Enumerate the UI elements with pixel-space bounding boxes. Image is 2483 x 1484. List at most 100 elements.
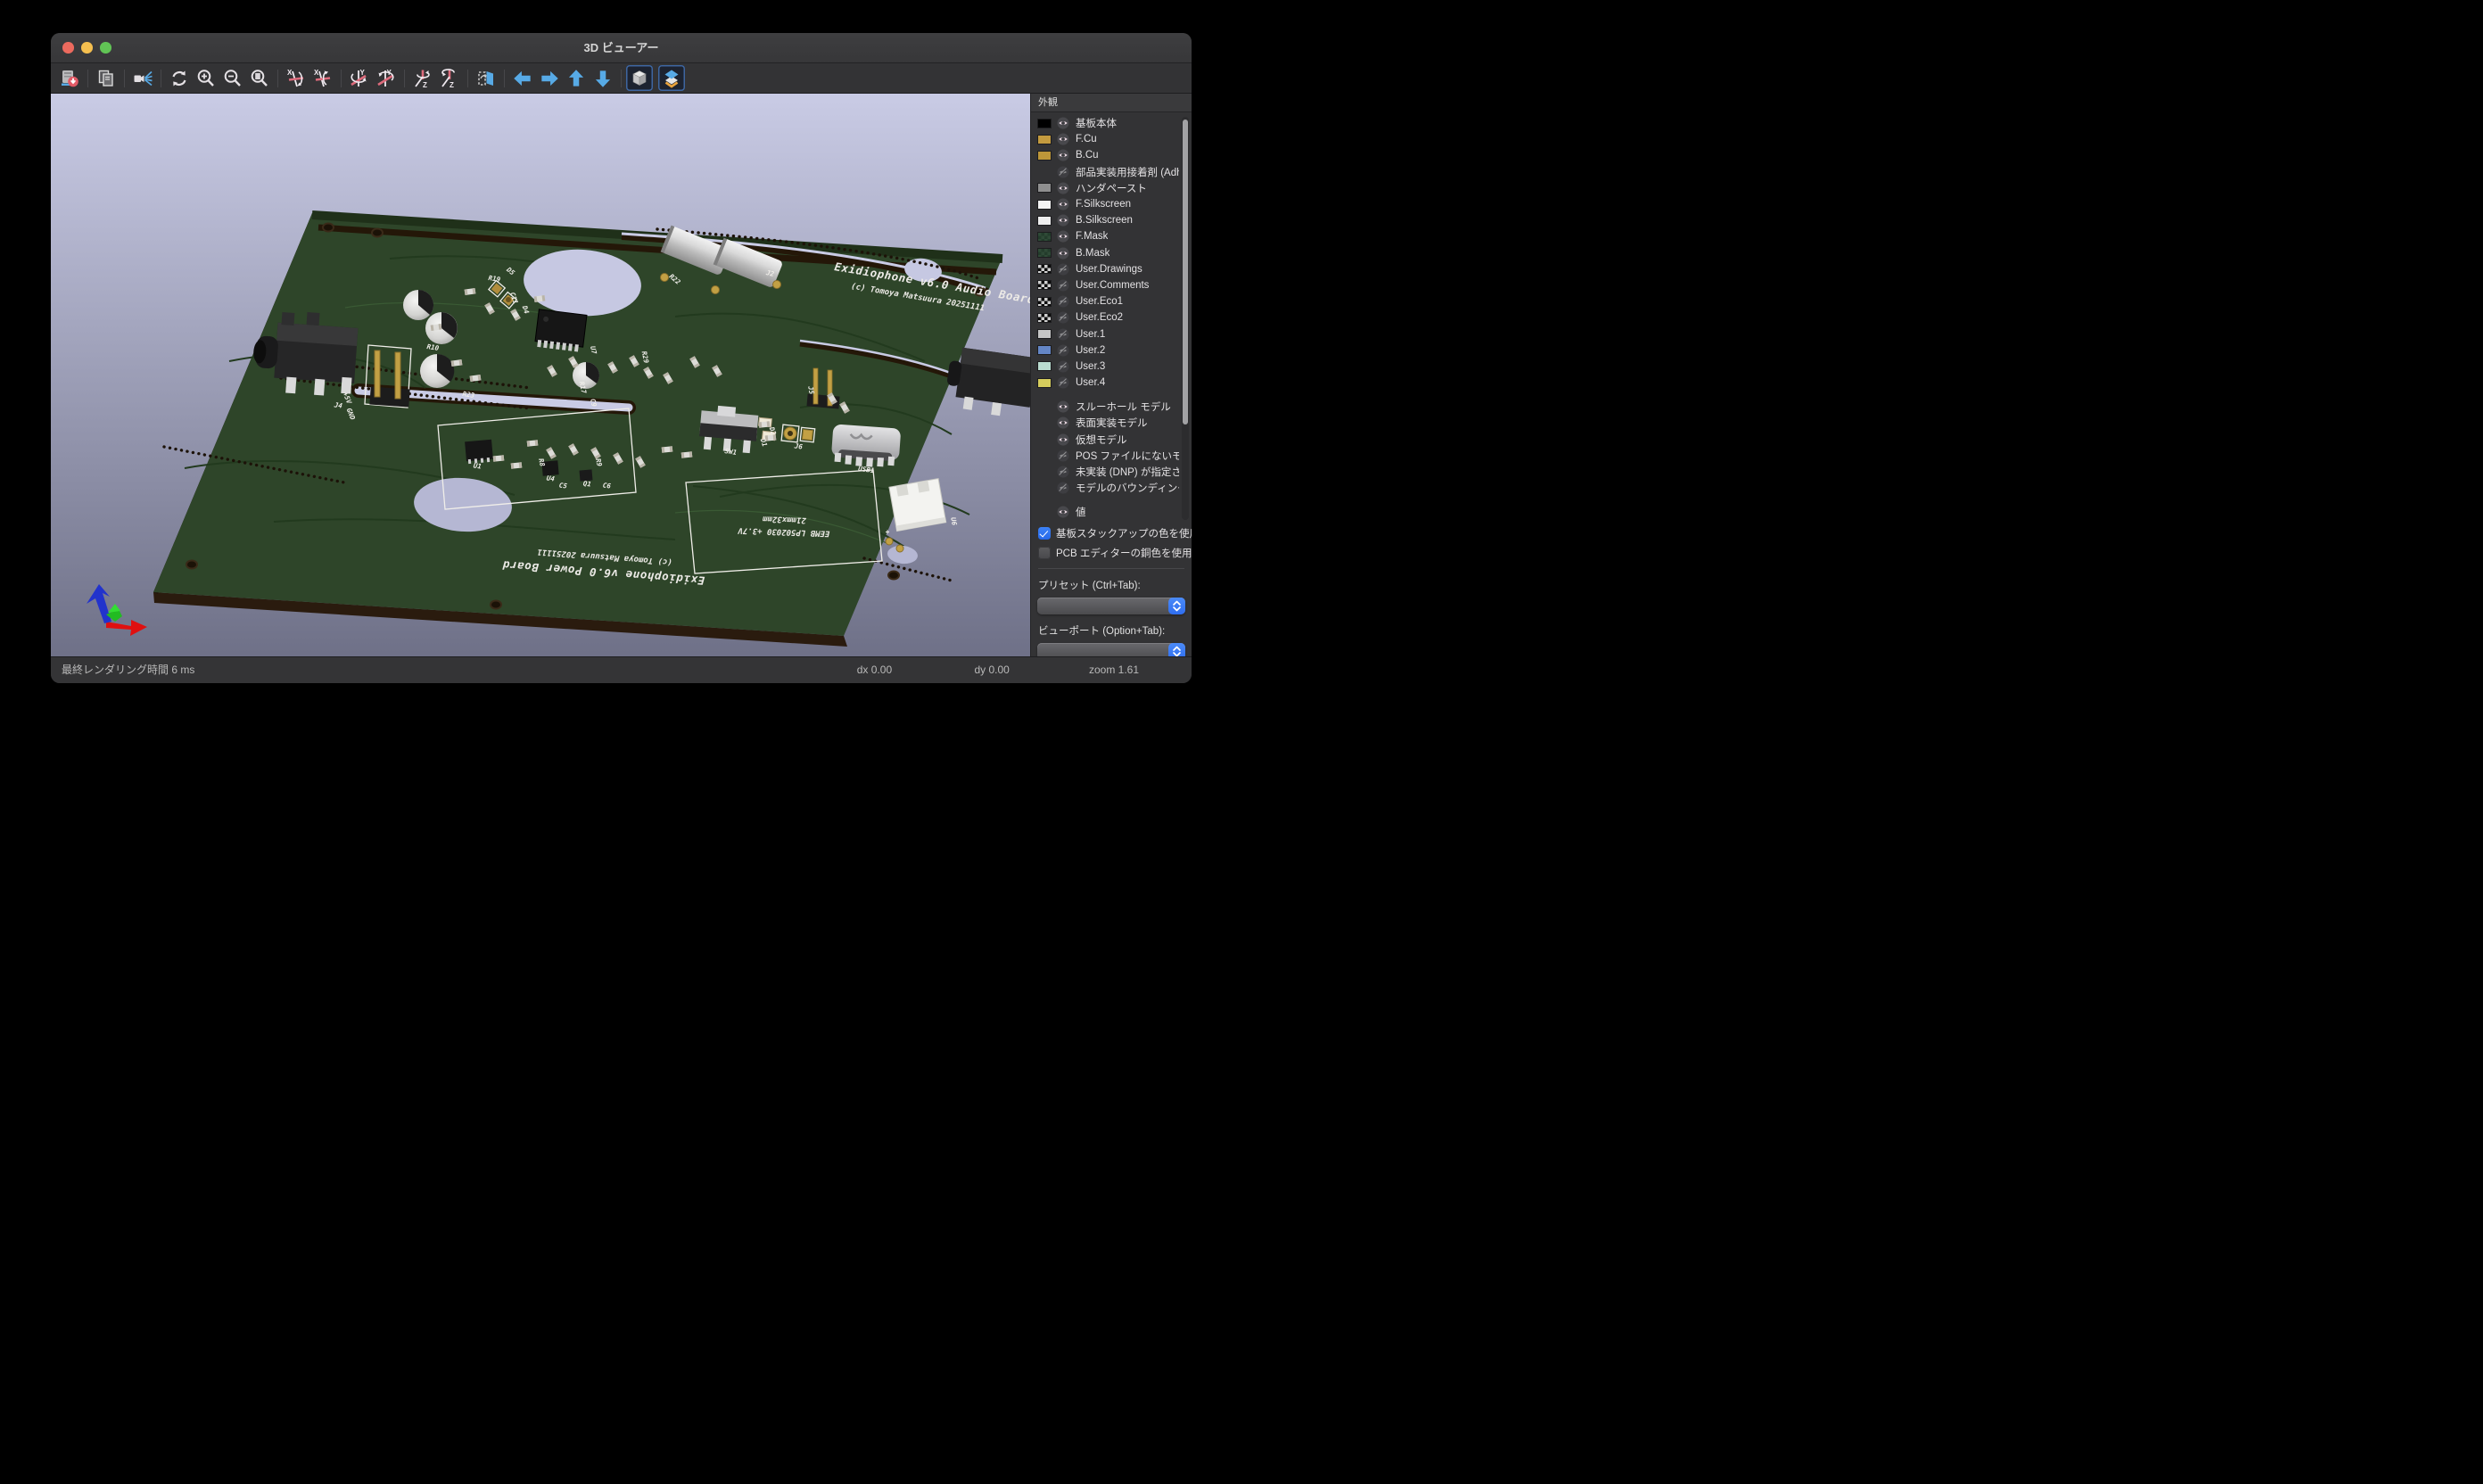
rotate-z-cw-button[interactable]: Z — [409, 65, 436, 91]
layer-color-swatch[interactable] — [1037, 248, 1052, 258]
layer-color-swatch[interactable] — [1037, 200, 1052, 210]
layer-color-swatch[interactable] — [1037, 151, 1052, 161]
layer-color-swatch[interactable] — [1037, 434, 1052, 444]
preset-dropdown-stepper[interactable] — [1168, 598, 1185, 614]
layer-color-swatch[interactable] — [1037, 507, 1052, 517]
layer-color-swatch[interactable] — [1037, 264, 1052, 274]
eye-hidden-icon[interactable] — [1057, 166, 1069, 178]
layer-color-swatch[interactable] — [1037, 216, 1052, 226]
layer-row[interactable]: B.Mask — [1031, 245, 1179, 261]
reload-board-button[interactable] — [56, 65, 83, 91]
layer-color-swatch[interactable] — [1037, 183, 1052, 193]
layer-row[interactable]: スルーホール モデル — [1031, 399, 1179, 415]
layer-color-swatch[interactable] — [1037, 450, 1052, 460]
eye-visible-icon[interactable] — [1057, 416, 1069, 429]
layer-row[interactable]: B.Cu — [1031, 147, 1179, 163]
refresh-view-button[interactable] — [166, 65, 193, 91]
use-pcb-copper-color-checkbox[interactable] — [1038, 547, 1051, 559]
pan-right-button[interactable] — [536, 65, 563, 91]
layer-row[interactable]: F.Cu — [1031, 131, 1179, 147]
layer-row[interactable]: モデルのバウンディング — [1031, 480, 1179, 496]
eye-visible-icon[interactable] — [1057, 214, 1069, 227]
layer-row[interactable]: B.Silkscreen — [1031, 212, 1179, 228]
eye-hidden-icon[interactable] — [1057, 360, 1069, 373]
layer-row[interactable]: POS ファイルにないモデ — [1031, 448, 1179, 464]
copy-image-button[interactable] — [93, 65, 120, 91]
eye-visible-icon[interactable] — [1057, 400, 1069, 413]
rotate-z-ccw-button[interactable]: Z — [436, 65, 463, 91]
show-layers-toggle[interactable] — [658, 65, 685, 91]
layer-row[interactable]: 値 — [1031, 504, 1179, 520]
eye-hidden-icon[interactable] — [1057, 279, 1069, 292]
use-stackup-colors-row[interactable]: 基板スタックアップの色を使用 — [1031, 524, 1192, 543]
eye-visible-icon[interactable] — [1057, 433, 1069, 446]
eye-visible-icon[interactable] — [1057, 198, 1069, 210]
zoom-in-button[interactable] — [193, 65, 219, 91]
use-stackup-colors-checkbox[interactable] — [1038, 527, 1051, 540]
layer-color-swatch[interactable] — [1037, 280, 1052, 290]
layer-color-swatch[interactable] — [1037, 313, 1052, 323]
rotate-x-cw-button[interactable]: X — [283, 65, 309, 91]
layer-row[interactable]: 部品実装用接着剤 (Adh — [1031, 164, 1179, 180]
eye-visible-icon[interactable] — [1057, 506, 1069, 518]
rotate-x-ccw-button[interactable]: X — [309, 65, 336, 91]
layer-row[interactable]: User.Eco1 — [1031, 293, 1179, 309]
layer-color-swatch[interactable] — [1037, 402, 1052, 412]
eye-hidden-icon[interactable] — [1057, 295, 1069, 308]
layer-row[interactable]: ハンダペースト — [1031, 180, 1179, 196]
layer-color-swatch[interactable] — [1037, 167, 1052, 177]
preset-dropdown[interactable] — [1037, 598, 1185, 614]
layer-color-swatch[interactable] — [1037, 232, 1052, 242]
zoom-out-button[interactable] — [219, 65, 246, 91]
flip-board-button[interactable] — [473, 65, 499, 91]
layer-row[interactable]: User.Comments — [1031, 277, 1179, 293]
eye-visible-icon[interactable] — [1057, 230, 1069, 243]
eye-visible-icon[interactable] — [1057, 117, 1069, 129]
layer-row[interactable]: User.3 — [1031, 359, 1179, 375]
eye-visible-icon[interactable] — [1057, 133, 1069, 145]
eye-hidden-icon[interactable] — [1057, 376, 1069, 389]
layer-row[interactable]: 未実装 (DNP) が指定さ — [1031, 464, 1179, 480]
layer-color-swatch[interactable] — [1037, 483, 1052, 493]
layer-row[interactable]: User.1 — [1031, 326, 1179, 342]
layer-color-swatch[interactable] — [1037, 361, 1052, 371]
layer-row[interactable]: 仮想モデル — [1031, 432, 1179, 448]
rotate-y-cw-button[interactable]: Y — [346, 65, 373, 91]
eye-hidden-icon[interactable] — [1057, 449, 1069, 462]
eye-visible-icon[interactable] — [1057, 149, 1069, 161]
pan-up-button[interactable] — [563, 65, 590, 91]
layer-color-swatch[interactable] — [1037, 418, 1052, 428]
3d-viewport[interactable]: Exidiophone v6.0 Audio Board (c) Tomoya … — [51, 94, 1030, 660]
layer-row[interactable]: User.2 — [1031, 342, 1179, 359]
eye-visible-icon[interactable] — [1057, 247, 1069, 260]
eye-hidden-icon[interactable] — [1057, 311, 1069, 324]
rotate-y-ccw-button[interactable]: Y — [373, 65, 400, 91]
layer-row[interactable]: User.Eco2 — [1031, 309, 1179, 326]
layer-color-swatch[interactable] — [1037, 297, 1052, 307]
layer-row[interactable]: F.Mask — [1031, 228, 1179, 244]
eye-hidden-icon[interactable] — [1057, 344, 1069, 357]
layer-color-swatch[interactable] — [1037, 378, 1052, 388]
layer-row[interactable]: 基板本体 — [1031, 115, 1179, 131]
raytrace-render-button[interactable] — [129, 65, 156, 91]
pan-left-button[interactable] — [509, 65, 536, 91]
eye-visible-icon[interactable] — [1057, 182, 1069, 194]
use-pcb-copper-color-row[interactable]: PCB エディターの銅色を使用 — [1031, 543, 1192, 563]
layer-color-swatch[interactable] — [1037, 345, 1052, 355]
layer-color-swatch[interactable] — [1037, 119, 1052, 128]
layer-color-swatch[interactable] — [1037, 467, 1052, 477]
eye-hidden-icon[interactable] — [1057, 263, 1069, 276]
eye-hidden-icon[interactable] — [1057, 328, 1069, 341]
eye-hidden-icon[interactable] — [1057, 482, 1069, 494]
layer-row[interactable]: F.Silkscreen — [1031, 196, 1179, 212]
scrollbar-thumb[interactable] — [1183, 120, 1188, 425]
layer-row[interactable]: User.4 — [1031, 375, 1179, 391]
scrollbar[interactable] — [1182, 117, 1189, 520]
pan-down-button[interactable] — [590, 65, 616, 91]
layer-color-swatch[interactable] — [1037, 135, 1052, 144]
zoom-fit-button[interactable] — [246, 65, 273, 91]
eye-hidden-icon[interactable] — [1057, 466, 1069, 478]
orthographic-projection-toggle[interactable] — [626, 65, 653, 91]
layer-color-swatch[interactable] — [1037, 329, 1052, 339]
layer-row[interactable]: User.Drawings — [1031, 261, 1179, 277]
